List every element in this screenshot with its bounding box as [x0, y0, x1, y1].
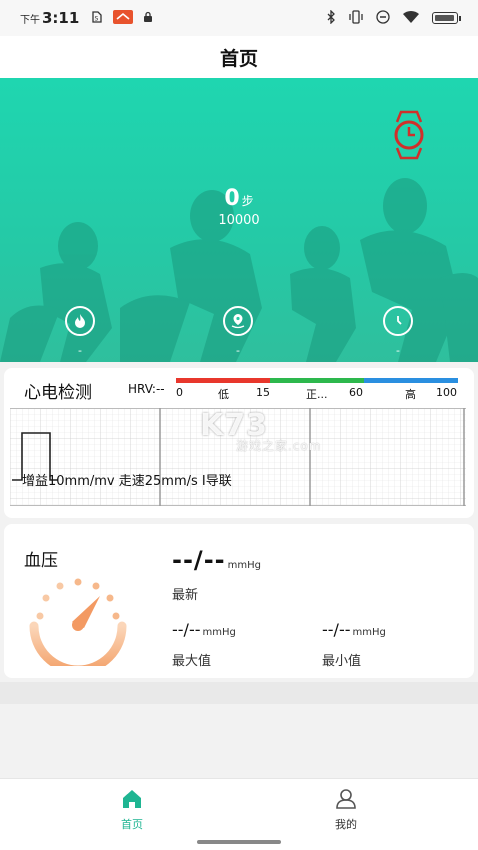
hrv-scale-low: 低 [218, 388, 229, 401]
hrv-label: HRV:-- [128, 382, 165, 396]
bp-gauge-icon [29, 578, 127, 666]
blood-pressure-card[interactable]: 血压 --/-- mmHg 最新 --/-- mmHg 最大值 --/-- mmHg … [4, 524, 474, 678]
bluetooth-icon [326, 8, 336, 27]
flame-icon [65, 306, 95, 336]
watch-icon[interactable] [389, 110, 429, 160]
steps-goal: 10000 [218, 213, 260, 228]
duration-value: - [396, 344, 400, 357]
svg-text:S: S [95, 15, 99, 22]
distance-stat: - [208, 306, 268, 357]
steps-display: 0步 10000 [0, 186, 478, 228]
battery-icon [432, 12, 461, 24]
duration-stat: - [368, 306, 428, 357]
location-icon [223, 306, 253, 336]
bp-min-number: --/-- [322, 620, 351, 639]
sim-icon: S [91, 10, 103, 26]
app-header: 首页 [0, 36, 478, 78]
bp-title: 血压 [24, 551, 58, 571]
home-indicator[interactable] [197, 840, 281, 844]
time-prefix: 下午 [20, 14, 40, 26]
home-icon [123, 790, 141, 808]
dnd-icon [376, 9, 390, 27]
steps-hero-panel: 0步 10000 - - - [0, 78, 478, 362]
status-bar: 下午 3:11 S [0, 0, 478, 36]
hrv-scale-60: 60 [349, 386, 363, 399]
page-title: 首页 [219, 47, 258, 70]
steps-unit: 步 [241, 194, 254, 208]
bp-latest-label: 最新 [172, 588, 199, 603]
wifi-icon [402, 10, 420, 27]
hrv-scale-normal: 正... [306, 388, 328, 401]
bp-min-unit: mmHg [352, 627, 386, 638]
bp-min-value: --/-- mmHg [322, 620, 386, 639]
bp-latest-value: --/-- mmHg [172, 546, 261, 574]
profile-icon [336, 789, 356, 809]
calories-value: - [78, 344, 82, 357]
clock-time: 3:11 [42, 9, 80, 27]
hrv-scale-high: 高 [405, 388, 416, 401]
steps-count: 0 [224, 186, 240, 211]
bp-min-label: 最小值 [322, 654, 362, 669]
bp-latest-number: --/-- [172, 546, 226, 574]
bp-max-value: --/-- mmHg [172, 620, 236, 639]
bp-latest-unit: mmHg [227, 560, 261, 571]
nav-profile-label: 我的 [335, 818, 357, 831]
watermark-sub: 游戏之家 [236, 439, 289, 453]
k73-watermark: K73 游戏之家.com [200, 408, 321, 454]
bp-max-unit: mmHg [202, 627, 236, 638]
nav-home-label: 首页 [121, 818, 143, 831]
nav-profile[interactable]: 我的 [306, 789, 386, 832]
hrv-range-bar [176, 378, 458, 383]
nav-home[interactable]: 首页 [92, 789, 172, 832]
hrv-scale-15: 15 [256, 386, 270, 399]
distance-value: - [236, 344, 240, 357]
app-notification-icon [113, 9, 134, 27]
divider-band [0, 682, 478, 704]
ecg-caption: 增益10mm/mv 走速25mm/s I导联 [22, 474, 232, 489]
lock-icon [143, 11, 153, 26]
ecg-title: 心电检测 [24, 383, 92, 403]
hrv-scale-0: 0 [176, 386, 183, 399]
calories-stat: - [50, 306, 110, 357]
watermark-domain: .com [288, 439, 322, 453]
vibrate-icon [348, 9, 364, 27]
hrv-scale-100: 100 [436, 386, 457, 399]
bp-max-number: --/-- [172, 620, 201, 639]
bp-max-label: 最大值 [172, 654, 212, 669]
clock-icon [383, 306, 413, 336]
